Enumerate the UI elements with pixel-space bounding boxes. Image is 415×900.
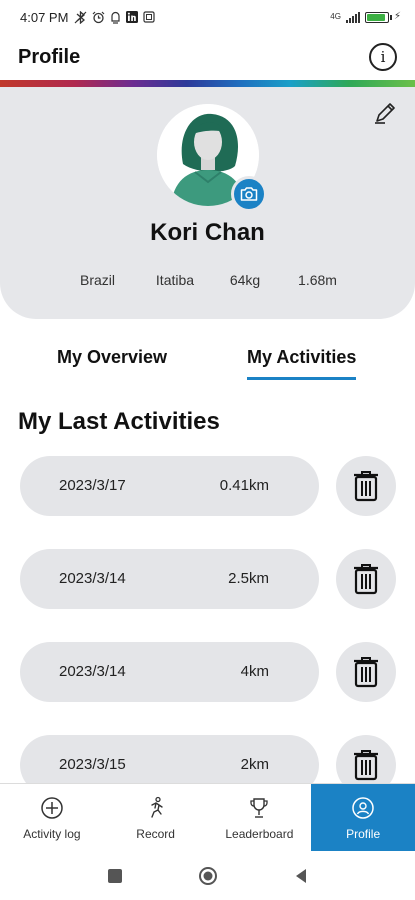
user-circle-icon xyxy=(352,796,374,819)
stat-city: Itatiba xyxy=(155,272,195,288)
network-type: 4G xyxy=(330,12,341,21)
app-notification-icon xyxy=(111,11,121,24)
trophy-icon xyxy=(250,797,269,818)
trash-icon xyxy=(354,471,378,502)
nav-label: Profile xyxy=(346,826,381,841)
activity-row: 2023/3/17 0.41km xyxy=(20,456,400,516)
nav-label: Leaderboard xyxy=(225,826,294,841)
activity-row: 2023/3/14 4km xyxy=(20,642,400,702)
tab-my-overview[interactable]: My Overview xyxy=(57,340,167,380)
system-navigation-bar xyxy=(0,851,415,900)
home-icon[interactable] xyxy=(198,866,218,886)
stat-country: Brazil xyxy=(79,272,115,288)
delete-activity-button[interactable] xyxy=(336,549,396,609)
activity-item[interactable]: 2023/3/17 0.41km xyxy=(20,456,319,516)
activity-date: 2023/3/15 xyxy=(59,756,126,773)
nav-record[interactable]: Record xyxy=(104,784,208,851)
charging-icon: ⚡ xyxy=(393,11,401,22)
alarm-icon xyxy=(92,11,105,23)
camera-button[interactable] xyxy=(231,176,267,212)
battery-icon xyxy=(364,11,392,23)
bluetooth-off-icon xyxy=(74,10,87,24)
activity-date: 2023/3/14 xyxy=(59,570,126,587)
section-title: My Last Activities xyxy=(18,408,220,435)
profile-stats: Brazil Itatiba 64kg 1.68m xyxy=(0,272,415,288)
back-icon[interactable] xyxy=(293,868,309,884)
nav-label: Record xyxy=(136,826,175,841)
status-bar: 4:07 PM 4G ⚡ xyxy=(0,0,415,34)
page-title: Profile xyxy=(18,45,81,68)
brand-color-bar xyxy=(0,80,415,87)
avatar[interactable] xyxy=(157,104,267,212)
recent-apps-icon[interactable] xyxy=(107,868,123,884)
stat-height: 1.68m xyxy=(298,272,337,288)
delete-activity-button[interactable] xyxy=(336,642,396,702)
running-person-icon xyxy=(150,796,163,818)
pencil-icon[interactable] xyxy=(373,101,397,125)
screenshot-icon xyxy=(143,11,156,23)
nav-label: Activity log xyxy=(23,826,81,841)
add-circle-icon xyxy=(41,796,63,819)
trash-icon xyxy=(354,657,378,688)
activity-date: 2023/3/14 xyxy=(59,663,126,680)
activity-date: 2023/3/17 xyxy=(59,477,126,494)
user-name: Kori Chan xyxy=(150,219,265,246)
status-time: 4:07 PM xyxy=(20,9,69,25)
nav-leaderboard[interactable]: Leaderboard xyxy=(208,784,312,851)
profile-tabs: My Overview My Activities xyxy=(0,340,415,384)
nav-profile[interactable]: Profile xyxy=(311,784,415,851)
activity-distance: 4km xyxy=(240,663,269,680)
tab-my-activities[interactable]: My Activities xyxy=(247,340,357,380)
app-header: Profile i xyxy=(0,34,415,80)
nav-activity-log[interactable]: Activity log xyxy=(0,784,104,851)
activity-distance: 2.5km xyxy=(228,570,269,587)
trash-icon xyxy=(354,564,378,595)
activity-row: 2023/3/14 2.5km xyxy=(20,549,400,609)
trash-icon xyxy=(354,750,378,781)
activity-distance: 0.41km xyxy=(219,477,269,494)
camera-icon xyxy=(240,187,258,201)
linkedin-icon xyxy=(126,11,139,23)
activity-item[interactable]: 2023/3/14 2.5km xyxy=(20,549,319,609)
bottom-navigation: Activity log Record Leaderboard Profile xyxy=(0,783,415,851)
activity-item[interactable]: 2023/3/14 4km xyxy=(20,642,319,702)
info-icon[interactable]: i xyxy=(369,43,397,71)
delete-activity-button[interactable] xyxy=(336,456,396,516)
stat-weight: 64kg xyxy=(229,272,261,288)
activity-distance: 2km xyxy=(240,756,269,773)
signal-icon xyxy=(345,11,360,23)
profile-card: Kori Chan Brazil Itatiba 64kg 1.68m xyxy=(0,87,415,319)
